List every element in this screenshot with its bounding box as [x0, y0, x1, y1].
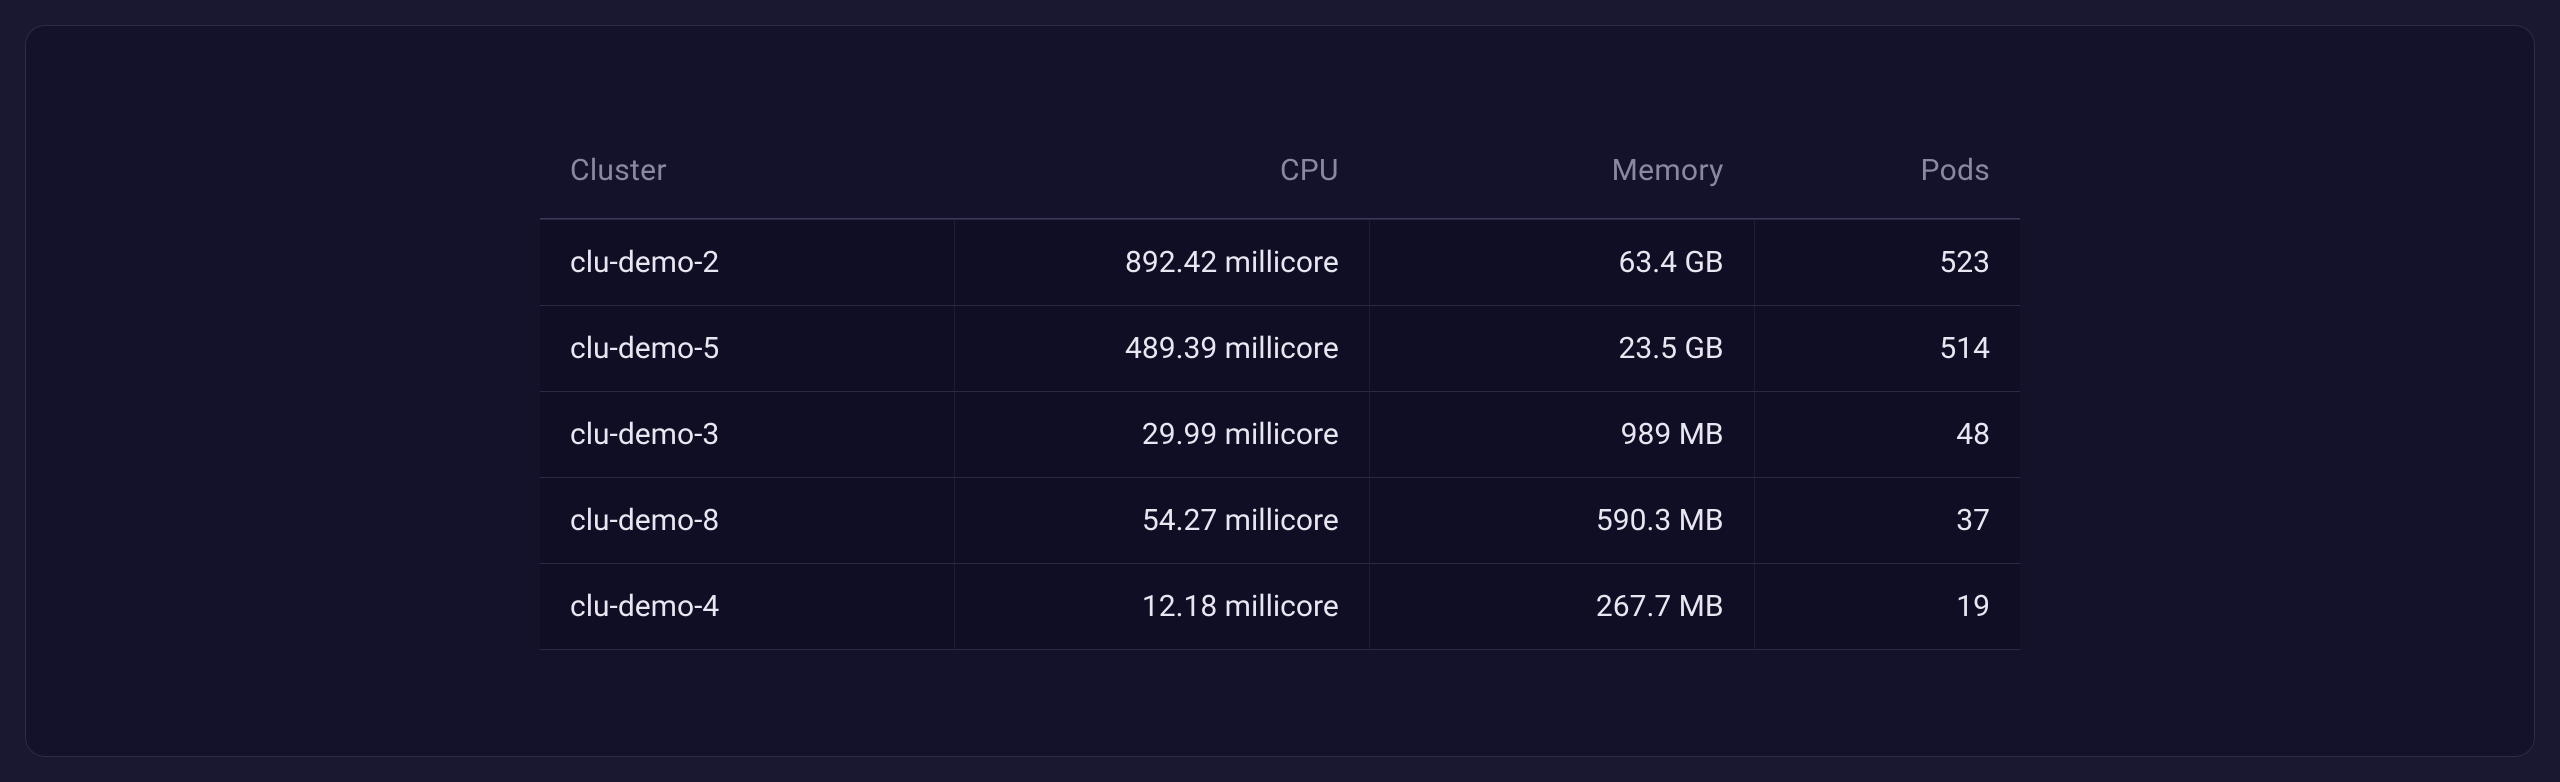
cell-pods: 48 — [1754, 391, 2020, 477]
column-header-cpu[interactable]: CPU — [954, 133, 1368, 218]
cell-cpu: 489.39 millicore — [954, 305, 1368, 391]
cell-memory: 23.5 GB — [1369, 305, 1754, 391]
cell-cpu: 54.27 millicore — [954, 477, 1368, 563]
cell-memory: 63.4 GB — [1369, 219, 1754, 305]
cell-cluster: clu-demo-5 — [540, 305, 954, 391]
cell-memory: 590.3 MB — [1369, 477, 1754, 563]
cluster-table: Cluster CPU Memory Pods clu-demo-2 892.4… — [540, 133, 2020, 650]
cell-cpu: 29.99 millicore — [954, 391, 1368, 477]
cluster-table-wrapper: Cluster CPU Memory Pods clu-demo-2 892.4… — [540, 133, 2020, 650]
cell-cluster: clu-demo-3 — [540, 391, 954, 477]
cell-pods: 19 — [1754, 563, 2020, 650]
table-row[interactable]: clu-demo-2 892.42 millicore 63.4 GB 523 — [540, 219, 2020, 305]
table-row[interactable]: clu-demo-5 489.39 millicore 23.5 GB 514 — [540, 305, 2020, 391]
cell-cluster: clu-demo-2 — [540, 219, 954, 305]
cell-pods: 514 — [1754, 305, 2020, 391]
cell-memory: 267.7 MB — [1369, 563, 1754, 650]
cell-memory: 989 MB — [1369, 391, 1754, 477]
column-header-cluster[interactable]: Cluster — [540, 133, 954, 218]
cell-cluster: clu-demo-4 — [540, 563, 954, 650]
cluster-panel: Cluster CPU Memory Pods clu-demo-2 892.4… — [25, 25, 2535, 757]
cell-cluster: clu-demo-8 — [540, 477, 954, 563]
table-row[interactable]: clu-demo-4 12.18 millicore 267.7 MB 19 — [540, 563, 2020, 650]
column-header-memory[interactable]: Memory — [1369, 133, 1754, 218]
cell-cpu: 892.42 millicore — [954, 219, 1368, 305]
column-header-pods[interactable]: Pods — [1754, 133, 2020, 218]
cell-pods: 523 — [1754, 219, 2020, 305]
cell-cpu: 12.18 millicore — [954, 563, 1368, 650]
table-header-row: Cluster CPU Memory Pods — [540, 133, 2020, 218]
table-row[interactable]: clu-demo-8 54.27 millicore 590.3 MB 37 — [540, 477, 2020, 563]
table-row[interactable]: clu-demo-3 29.99 millicore 989 MB 48 — [540, 391, 2020, 477]
cell-pods: 37 — [1754, 477, 2020, 563]
